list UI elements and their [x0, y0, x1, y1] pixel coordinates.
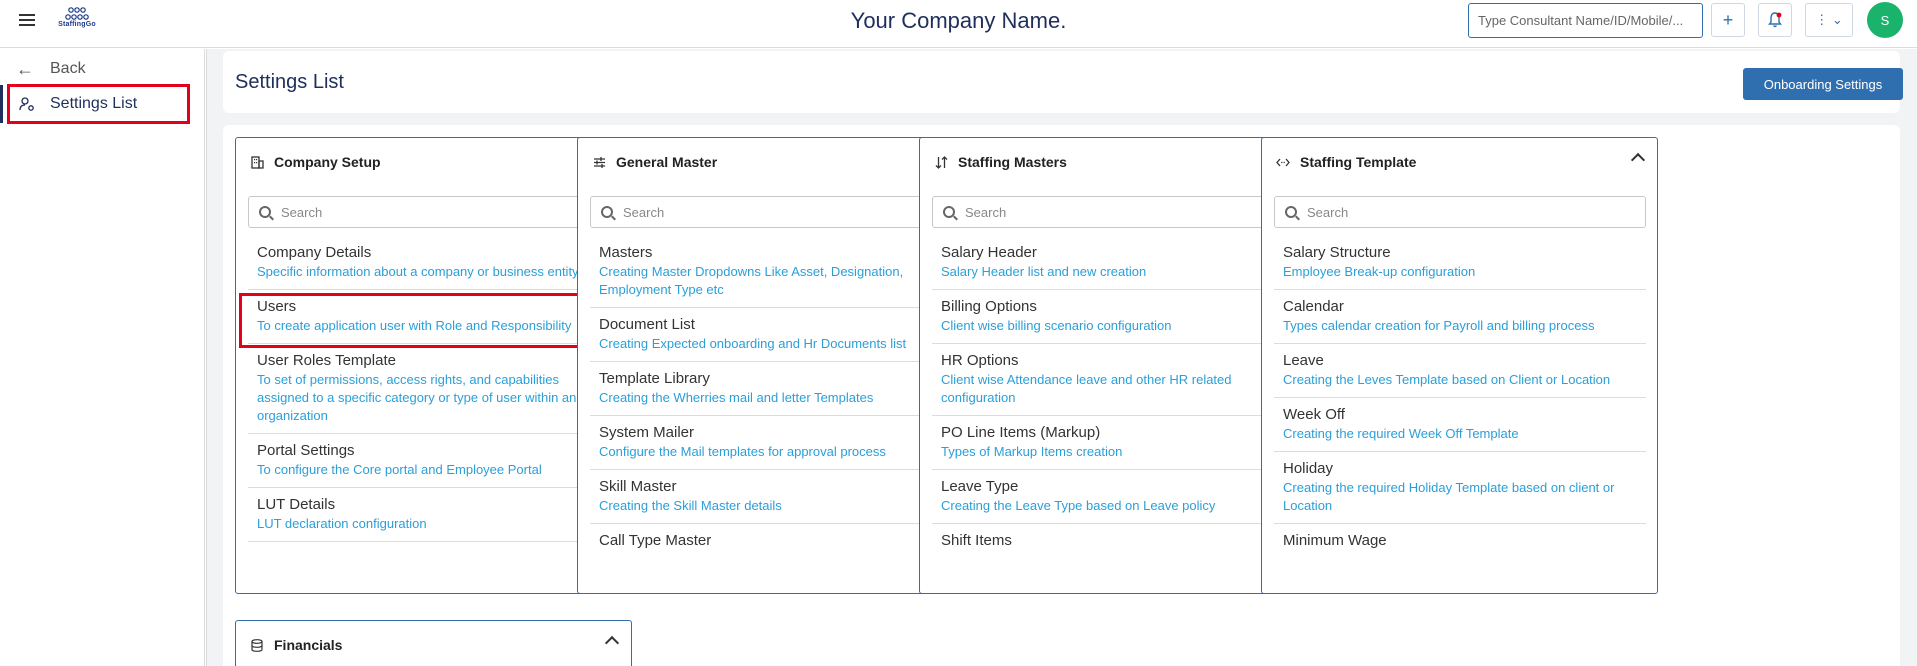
list-item-company-details[interactable]: Company Details Specific information abo…	[248, 236, 620, 290]
list-item-salary-structure[interactable]: Salary Structure Employee Break-up confi…	[1274, 236, 1646, 290]
back-button[interactable]: ← Back	[16, 57, 86, 81]
card-title: Company Setup	[274, 154, 381, 170]
card-search	[932, 196, 1304, 228]
logo-text: StaffingGo	[58, 21, 96, 28]
chevron-up-icon[interactable]	[604, 635, 620, 651]
building-icon	[250, 155, 264, 169]
card-header[interactable]: Financials	[236, 621, 631, 666]
list-item-calendar[interactable]: Calendar Types calendar creation for Pay…	[1274, 290, 1646, 344]
list-item-salary-header[interactable]: Salary Header Salary Header list and new…	[932, 236, 1304, 290]
logo[interactable]: StaffingGo	[53, 7, 101, 33]
search-input[interactable]	[965, 204, 1285, 220]
list-item-document-list[interactable]: Document List Creating Expected onboardi…	[590, 308, 962, 362]
list-item-week-off[interactable]: Week Off Creating the required Week Off …	[1274, 398, 1646, 452]
card-staffing-masters: Staffing Masters Salary Header Salary He…	[919, 137, 1316, 594]
card-search	[590, 196, 962, 228]
list-item-billing-options[interactable]: Billing Options Client wise billing scen…	[932, 290, 1304, 344]
avatar[interactable]: S	[1867, 2, 1903, 38]
card-search	[248, 196, 620, 228]
consultant-search-input[interactable]	[1468, 3, 1703, 38]
card-title: Staffing Masters	[958, 154, 1067, 170]
list-item-leave[interactable]: Leave Creating the Leves Template based …	[1274, 344, 1646, 398]
sort-icon	[934, 155, 948, 169]
add-button[interactable]: +	[1711, 3, 1745, 37]
search-icon	[601, 206, 613, 218]
item-list: Salary Header Salary Header list and new…	[932, 236, 1304, 559]
card-staffing-template: Staffing Template Salary Structure Emplo…	[1261, 137, 1658, 594]
card-title: Staffing Template	[1300, 154, 1417, 170]
more-options-button[interactable]: ⋮ ⌄	[1805, 3, 1853, 37]
settings-content: Company Setup Company Details Specific i…	[223, 125, 1900, 666]
logo-mark-icon	[65, 7, 89, 20]
list-item-skill-master[interactable]: Skill Master Creating the Skill Master d…	[590, 470, 962, 524]
card-header[interactable]: Staffing Template	[1262, 138, 1657, 186]
code-icon	[1276, 155, 1290, 169]
search-input[interactable]	[1307, 204, 1627, 220]
list-item-masters[interactable]: Masters Creating Master Dropdowns Like A…	[590, 236, 962, 308]
card-title: General Master	[616, 154, 718, 170]
user-settings-icon	[19, 97, 34, 111]
list-item-minimum-wage[interactable]: Minimum Wage	[1274, 524, 1646, 559]
item-list: Masters Creating Master Dropdowns Like A…	[590, 236, 962, 559]
search-input[interactable]	[623, 204, 943, 220]
chevron-up-icon[interactable]	[1630, 152, 1646, 168]
page-header: Settings List Onboarding Settings	[223, 51, 1903, 113]
list-item-po-line-items[interactable]: PO Line Items (Markup) Types of Markup I…	[932, 416, 1304, 470]
database-icon	[250, 638, 264, 652]
sidebar-item-label: Settings List	[50, 95, 138, 112]
onboarding-settings-button[interactable]: Onboarding Settings	[1743, 68, 1903, 100]
card-general-master: General Master Masters Creating Master D…	[577, 137, 974, 594]
list-item-call-type-master[interactable]: Call Type Master	[590, 524, 962, 559]
list-item-portal-settings[interactable]: Portal Settings To configure the Core po…	[248, 434, 620, 488]
back-label: Back	[50, 60, 86, 77]
item-list: Company Details Specific information abo…	[248, 236, 620, 542]
card-company-setup: Company Setup Company Details Specific i…	[235, 137, 632, 594]
search-icon	[943, 206, 955, 218]
search-icon	[259, 206, 271, 218]
sidebar-item-settings-list[interactable]: Settings List	[7, 84, 190, 124]
card-header[interactable]: Staffing Masters	[920, 138, 1315, 186]
list-item-leave-type[interactable]: Leave Type Creating the Leave Type based…	[932, 470, 1304, 524]
main-area: Settings List Onboarding Settings Compan…	[206, 49, 1917, 666]
card-title: Financials	[274, 637, 343, 653]
card-financials: Financials	[235, 620, 632, 666]
sidebar: ← Back Settings List	[0, 49, 205, 666]
card-search	[1274, 196, 1646, 228]
list-item-template-library[interactable]: Template Library Creating the Wherries m…	[590, 362, 962, 416]
sliders-icon	[592, 155, 606, 169]
list-item-lut-details[interactable]: LUT Details LUT declaration configuratio…	[248, 488, 620, 542]
list-item-users[interactable]: Users To create application user with Ro…	[248, 290, 620, 344]
bell-icon	[1768, 12, 1782, 28]
arrow-left-icon: ←	[16, 58, 34, 79]
page-title: Settings List	[235, 71, 344, 93]
list-item-system-mailer[interactable]: System Mailer Configure the Mail templat…	[590, 416, 962, 470]
menu-icon[interactable]	[19, 14, 35, 26]
item-list: Salary Structure Employee Break-up confi…	[1274, 236, 1646, 559]
list-item-hr-options[interactable]: HR Options Client wise Attendance leave …	[932, 344, 1304, 416]
search-icon	[1285, 206, 1297, 218]
search-input[interactable]	[281, 204, 601, 220]
active-indicator	[0, 85, 3, 123]
list-item-shift-items[interactable]: Shift Items	[932, 524, 1304, 559]
list-item-holiday[interactable]: Holiday Creating the required Holiday Te…	[1274, 452, 1646, 524]
list-item-user-roles-template[interactable]: User Roles Template To set of permission…	[248, 344, 620, 434]
top-bar: StaffingGo Your Company Name. + ⋮ ⌄ S	[0, 0, 1917, 48]
card-header[interactable]: Company Setup	[236, 138, 631, 186]
card-header[interactable]: General Master	[578, 138, 973, 186]
notification-button[interactable]	[1758, 3, 1792, 37]
